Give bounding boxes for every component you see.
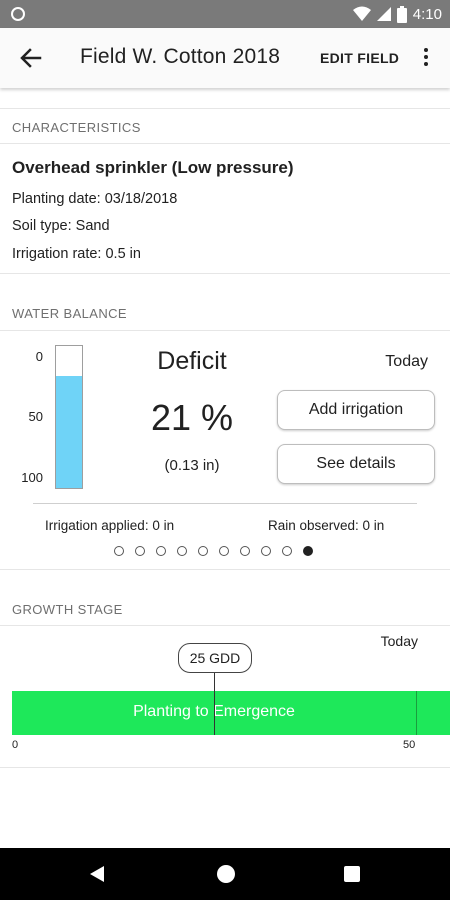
axis-start-label: 0 xyxy=(12,739,19,751)
page-dot[interactable] xyxy=(282,546,292,556)
nav-home-icon[interactable] xyxy=(217,865,235,883)
divider xyxy=(0,143,450,144)
wifi-icon xyxy=(352,6,371,21)
water-balance-day: Today xyxy=(385,353,428,370)
page-dot[interactable] xyxy=(156,546,166,556)
page-dot[interactable] xyxy=(114,546,124,556)
page-dot[interactable] xyxy=(198,546,208,556)
divider xyxy=(0,767,450,768)
growth-stage-day: Today xyxy=(380,633,418,649)
see-details-button[interactable]: See details xyxy=(277,444,435,484)
axis-end-label: 50 xyxy=(403,739,416,751)
page-dot[interactable] xyxy=(177,546,187,556)
water-balance-separator xyxy=(33,503,417,504)
page-dot[interactable] xyxy=(135,546,145,556)
status-bar: 4:10 xyxy=(0,0,450,28)
water-status: Deficit xyxy=(157,347,227,375)
status-icons: 4:10 xyxy=(352,5,442,23)
deficit-inches: (0.13 in) xyxy=(164,457,220,474)
page-title: Field W. Cotton 2018 xyxy=(80,45,281,68)
more-options-icon[interactable] xyxy=(418,46,434,70)
page-dot[interactable] xyxy=(303,546,313,556)
gauge-label-0: 0 xyxy=(35,349,43,364)
divider xyxy=(0,625,450,626)
gdd-marker-line xyxy=(214,673,215,735)
soil-type: Soil type: Sand xyxy=(12,218,110,234)
page-dot[interactable] xyxy=(261,546,271,556)
nav-back-icon[interactable] xyxy=(90,866,104,882)
signal-icon xyxy=(376,7,391,21)
divider xyxy=(0,108,450,109)
deficit-percent: 21 % xyxy=(150,397,234,438)
status-time: 4:10 xyxy=(412,5,442,23)
stage-end-tick xyxy=(416,691,417,735)
characteristics-header: CHARACTERISTICS xyxy=(12,120,141,135)
growth-stage-header: GROWTH STAGE xyxy=(12,602,123,617)
app-bar: Field W. Cotton 2018 EDIT FIELD xyxy=(0,28,450,88)
divider xyxy=(0,330,450,331)
divider xyxy=(0,569,450,570)
irrigation-system: Overhead sprinkler (Low pressure) xyxy=(12,158,294,177)
back-arrow-icon[interactable] xyxy=(16,44,46,72)
irrigation-rate: Irrigation rate: 0.5 in xyxy=(12,246,141,262)
irrigation-applied: Irrigation applied: 0 in xyxy=(45,518,175,533)
page-dot[interactable] xyxy=(219,546,229,556)
edit-field-button[interactable]: EDIT FIELD xyxy=(320,50,399,66)
page-dot[interactable] xyxy=(240,546,250,556)
nav-recents-icon[interactable] xyxy=(344,866,360,882)
divider xyxy=(0,273,450,274)
gauge-label-100: 100 xyxy=(21,470,43,485)
add-irrigation-button[interactable]: Add irrigation xyxy=(277,390,435,430)
notification-icon xyxy=(11,7,25,21)
gdd-marker: 25 GDD xyxy=(178,643,252,673)
page-indicator xyxy=(114,546,313,556)
water-level-gauge xyxy=(55,345,83,489)
gauge-label-50: 50 xyxy=(28,409,43,424)
planting-date: Planting date: 03/18/2018 xyxy=(12,191,178,207)
water-balance-header: WATER BALANCE xyxy=(12,306,127,321)
rain-observed: Rain observed: 0 in xyxy=(268,518,385,533)
water-level-fill xyxy=(56,375,82,488)
battery-icon xyxy=(396,5,407,23)
